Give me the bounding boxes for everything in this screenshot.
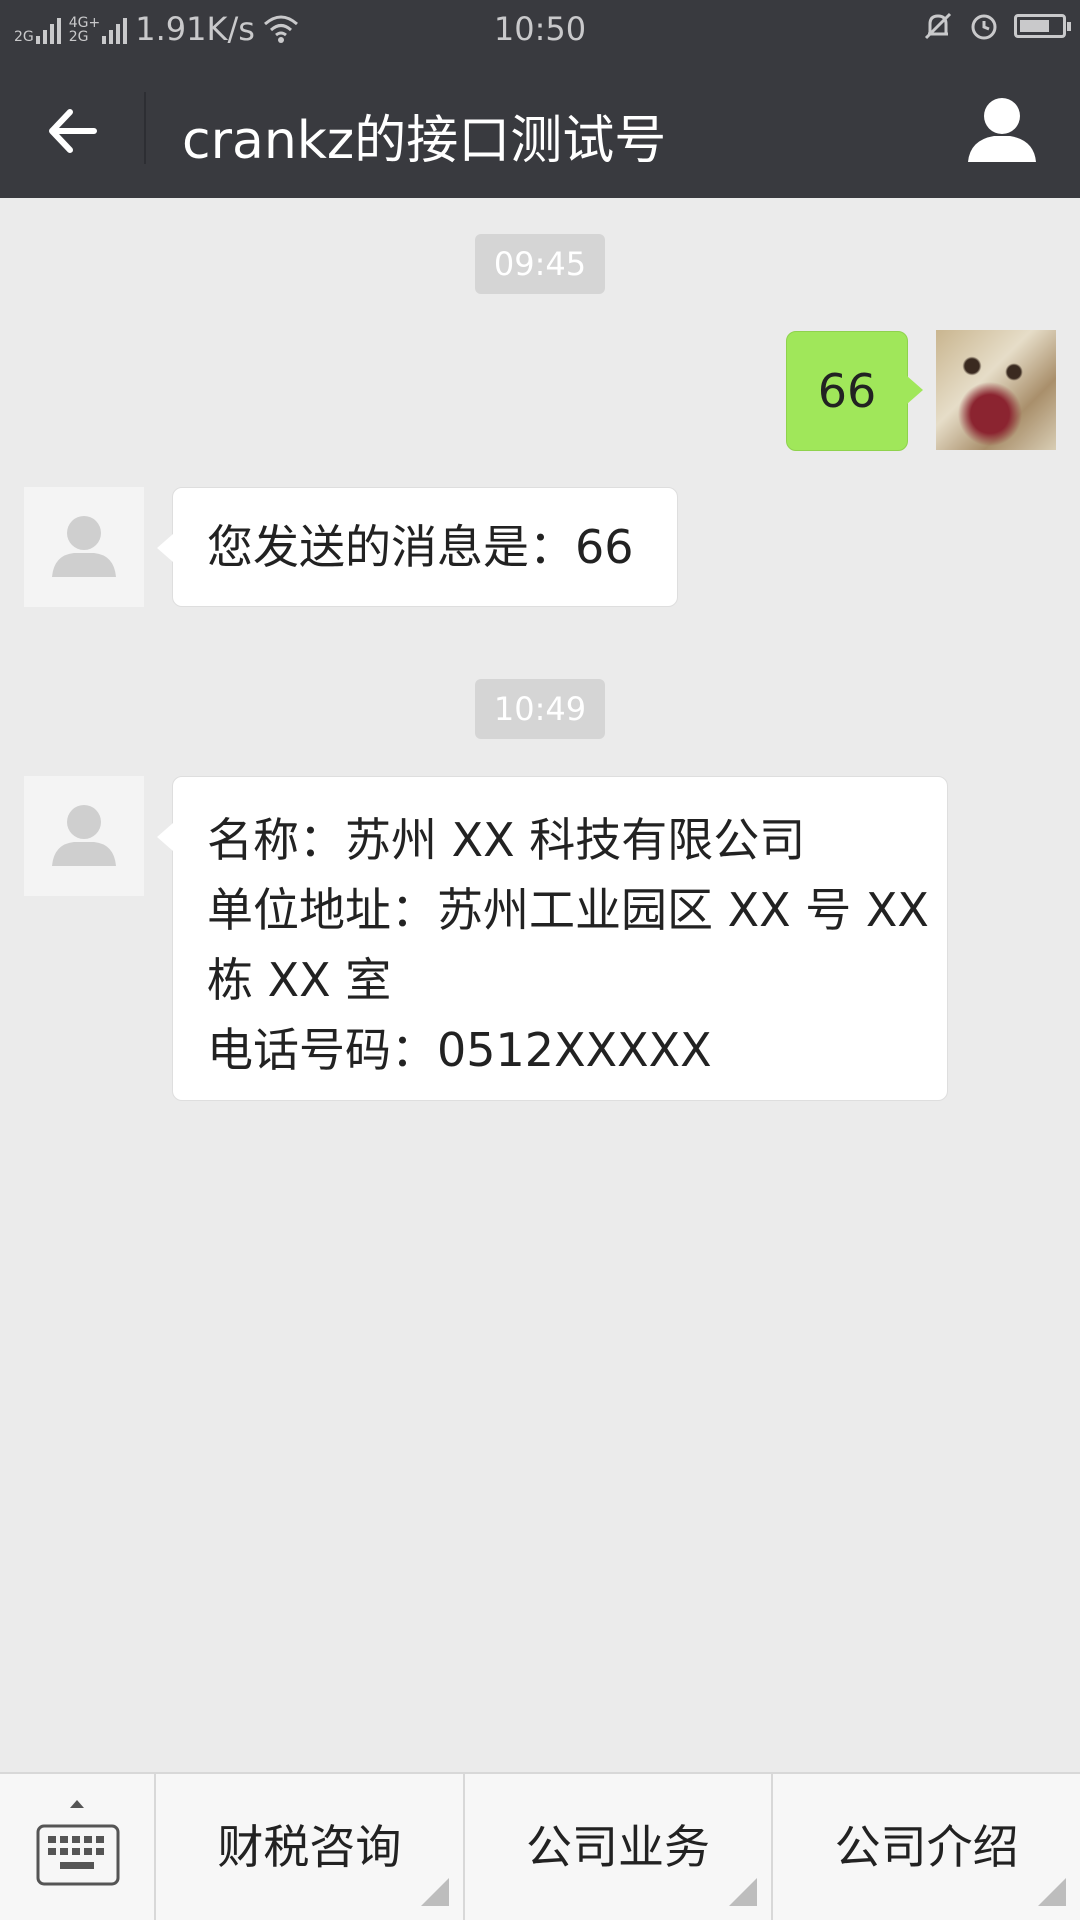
message-line: 栋 XX 室	[207, 953, 392, 1007]
official-account-avatar[interactable]	[24, 487, 144, 607]
sent-message-bubble[interactable]: 66	[786, 331, 923, 451]
menu-label: 公司业务	[526, 1820, 710, 1874]
battery-icon	[1014, 14, 1071, 38]
submenu-indicator-icon	[729, 1878, 758, 1906]
status-bar: 2G 4G+ 2G 1.91K/s 10:50	[0, 0, 1080, 60]
back-arrow-icon[interactable]	[30, 86, 120, 176]
message-line: 名称：苏州 XX 科技有限公司	[207, 813, 806, 867]
status-right	[922, 10, 1071, 42]
keyboard-icon	[36, 1800, 120, 1886]
default-avatar-icon	[52, 805, 116, 866]
received-message-bubble[interactable]: 名称：苏州 XX 科技有限公司 单位地址：苏州工业园区 XX 号 XX 栋 XX…	[157, 776, 948, 1101]
received-message-bubble[interactable]: 您发送的消息是：66	[157, 487, 678, 607]
submenu-indicator-icon	[1038, 1878, 1067, 1906]
profile-icon[interactable]	[962, 90, 1042, 170]
sent-message-text: 66	[817, 364, 877, 418]
alarm-icon	[971, 14, 997, 40]
menu-company-intro[interactable]: 公司介绍	[773, 1774, 1080, 1920]
mute-bell-icon	[924, 12, 952, 40]
message-line: 您发送的消息是：66	[207, 520, 634, 574]
message-line: 单位地址：苏州工业园区 XX 号 XX	[207, 883, 929, 937]
message-line: 电话号码：0512XXXXX	[207, 1023, 712, 1077]
default-avatar-icon	[52, 516, 116, 577]
page-title: crankz的接口测试号	[182, 111, 667, 171]
time-stamp: 09:45	[475, 234, 605, 294]
submenu-indicator-icon	[420, 1878, 449, 1906]
header-divider	[144, 92, 146, 164]
status-time: 10:50	[493, 10, 587, 48]
user-avatar[interactable]	[936, 330, 1056, 450]
menu-label: 公司介绍	[834, 1820, 1019, 1874]
menu-company-business[interactable]: 公司业务	[465, 1774, 774, 1920]
time-stamp: 10:49	[475, 679, 605, 739]
official-account-avatar[interactable]	[24, 776, 144, 896]
menu-label: 财税咨询	[217, 1820, 402, 1874]
menu-tax-consulting[interactable]: 财税咨询	[156, 1774, 465, 1920]
bottom-menu-bar: 财税咨询 公司业务 公司介绍	[0, 1772, 1080, 1920]
keyboard-toggle-button[interactable]	[0, 1774, 156, 1920]
chat-header: crankz的接口测试号	[0, 60, 1080, 198]
